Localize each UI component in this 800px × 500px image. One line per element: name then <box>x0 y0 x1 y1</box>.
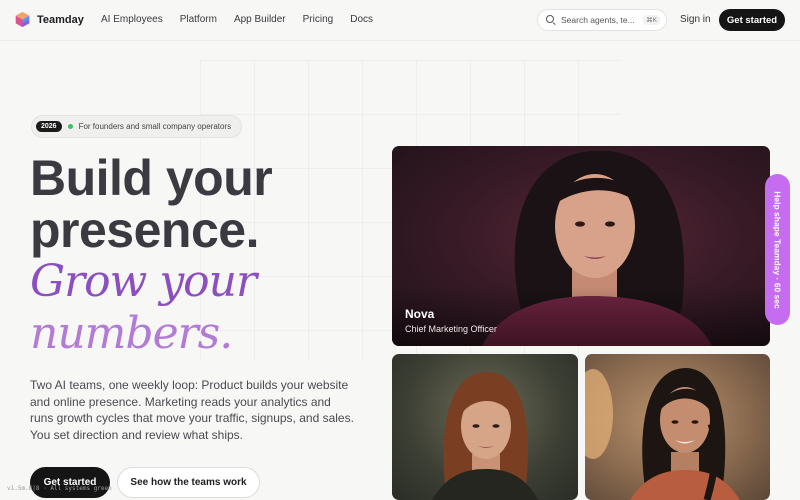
get-started-button[interactable]: Get started <box>30 467 110 498</box>
teamday-logo-icon <box>15 11 30 28</box>
feedback-tab[interactable]: Help shape Teamday · 60 sec <box>765 174 790 325</box>
agent-card-nova[interactable]: Nova Chief Marketing Officer <box>392 146 770 346</box>
get-started-nav-button[interactable]: Get started <box>719 9 785 31</box>
hero-subtitle-line-2: numbers. <box>30 308 233 359</box>
system-status-text: v1.5m.8|8 · All systems green <box>7 485 112 492</box>
search-icon <box>546 15 556 25</box>
agent-portrait-image <box>585 368 740 500</box>
badge-year: 2026 <box>36 121 62 132</box>
feedback-tab-label: Help shape Teamday · 60 sec <box>772 190 783 309</box>
see-how-teams-work-button[interactable]: See how the teams work <box>117 467 260 498</box>
nav-link-docs[interactable]: Docs <box>350 14 373 25</box>
hero-subtitle-line-1: Grow your <box>30 256 257 307</box>
agent-portrait-image <box>432 371 538 500</box>
badge-text: For founders and small company operators <box>78 122 232 131</box>
sign-in-link[interactable]: Sign in <box>680 14 711 25</box>
brand-logo[interactable]: Teamday <box>14 11 84 28</box>
hero-description: Two AI teams, one weekly loop: Product b… <box>30 378 354 442</box>
nav-link-ai-employees[interactable]: AI Employees <box>101 14 163 25</box>
agent-card-3[interactable] <box>585 354 770 500</box>
nav-link-platform[interactable]: Platform <box>180 14 217 25</box>
hero-title: Build your presence. <box>30 152 370 256</box>
nav-divider <box>0 40 800 41</box>
search-shortcut: ⌘K <box>643 15 660 25</box>
nav-link-app-builder[interactable]: App Builder <box>234 14 286 25</box>
search-input[interactable]: Search agents, te... ⌘K <box>537 9 667 31</box>
hero-title-line-1: Build your <box>30 150 273 206</box>
status-dot-icon <box>67 124 73 129</box>
agent-role: Chief Marketing Officer <box>405 324 497 334</box>
search-placeholder: Search agents, te... <box>561 15 635 25</box>
audience-badge: 2026 For founders and small company oper… <box>31 115 242 138</box>
nav-link-pricing[interactable]: Pricing <box>303 14 334 25</box>
primary-nav: AI Employees Platform App Builder Pricin… <box>101 14 390 25</box>
brand-name: Teamday <box>37 13 84 26</box>
agent-card-2[interactable] <box>392 354 578 500</box>
card-shade <box>392 286 770 346</box>
hero-subtitle: Grow your numbers. <box>30 256 370 360</box>
agent-name: Nova <box>405 307 435 321</box>
hero-title-line-2: presence. <box>30 202 259 258</box>
top-nav: Teamday AI Employees Platform App Builde… <box>0 0 800 40</box>
